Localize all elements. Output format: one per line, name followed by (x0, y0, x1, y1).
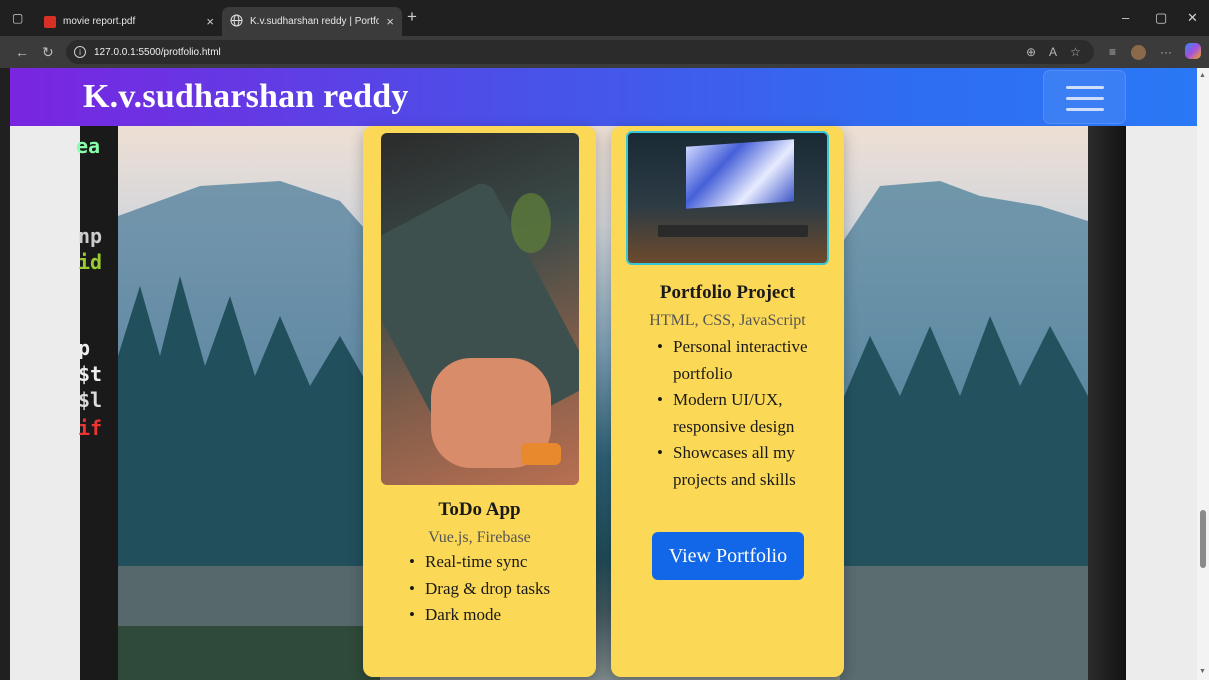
sidebar-toggle-icon[interactable]: ▢ (12, 11, 23, 25)
url-text: 127.0.0.1:5500/protfolio.html (94, 46, 221, 58)
read-aloud-icon[interactable]: A (1049, 45, 1057, 59)
list-item: Modern UI/UX, responsive design (655, 387, 835, 440)
maximize-icon[interactable]: ▢ (1155, 10, 1167, 26)
workstation-image (626, 131, 829, 265)
minimize-icon[interactable]: – (1122, 10, 1129, 25)
feature-list: Personal interactive portfolio Modern UI… (655, 334, 835, 493)
globe-icon (230, 14, 243, 30)
site-header: K.v.sudharshan reddy (10, 68, 1197, 126)
scroll-up-icon[interactable]: ▲ (1199, 72, 1206, 79)
project-title: ToDo App (438, 499, 521, 520)
tablet-drawing-image (381, 133, 579, 485)
project-card-todo: ToDo App Vue.js, Firebase Real-time sync… (363, 126, 596, 677)
tab-movie-report[interactable]: movie report.pdf × (36, 7, 222, 36)
close-tab-icon[interactable]: × (386, 14, 394, 29)
project-tech: Vue.js, Firebase (428, 529, 531, 546)
mountain-landscape-image (118, 181, 1088, 680)
plant-shape (511, 193, 551, 253)
list-item: Real-time sync (407, 549, 550, 576)
project-tech: HTML, CSS, JavaScript (649, 312, 806, 329)
monitor-shape (686, 139, 794, 209)
list-item: Showcases all my projects and skills (655, 440, 835, 493)
pdf-icon (44, 15, 56, 28)
browser-tab-bar: ▢ movie report.pdf × K.v.sudharshan redd… (0, 0, 1209, 36)
favorite-star-icon[interactable]: ☆ (1070, 45, 1081, 59)
hamburger-menu-button[interactable] (1043, 70, 1126, 124)
brand-title[interactable]: K.v.sudharshan reddy (83, 78, 409, 116)
close-tab-icon[interactable]: × (206, 14, 214, 29)
project-card-portfolio: Portfolio Project HTML, CSS, JavaScript … (611, 126, 844, 677)
feature-list: Real-time sync Drag & drop tasks Dark mo… (407, 549, 550, 629)
background-scene-image: ea np id p $t $l if (76, 126, 1126, 680)
list-item: Personal interactive portfolio (655, 334, 835, 387)
site-info-icon[interactable]: i (74, 46, 86, 58)
favorites-list-icon[interactable]: ≡ (1109, 45, 1116, 59)
url-field[interactable]: i 127.0.0.1:5500/protfolio.html (66, 40, 1094, 64)
zoom-icon[interactable]: ⊕ (1026, 45, 1036, 59)
address-bar-row: ← ↻ i 127.0.0.1:5500/protfolio.html ⊕ A … (0, 36, 1209, 68)
back-icon[interactable]: ← (15, 44, 29, 60)
hamburger-line (1066, 108, 1104, 111)
scroll-down-icon[interactable]: ▼ (1199, 668, 1206, 675)
dark-edge-image (1088, 126, 1126, 680)
more-options-icon[interactable]: ··· (1160, 45, 1172, 59)
close-window-icon[interactable]: ✕ (1187, 10, 1198, 26)
hamburger-icon (1066, 86, 1104, 89)
hamburger-line (1066, 97, 1104, 100)
page-scrollbar[interactable]: ▲ ▼ (1197, 68, 1209, 680)
copilot-icon[interactable] (1185, 43, 1201, 62)
refresh-icon[interactable]: ↻ (42, 44, 54, 61)
new-tab-button[interactable]: + (407, 7, 417, 27)
tab-title: movie report.pdf (63, 16, 136, 27)
view-portfolio-button[interactable]: View Portfolio (652, 532, 804, 580)
tab-title: K.v.sudharshan reddy | Portfolio (250, 16, 380, 27)
watch-band-shape (521, 443, 561, 465)
keyboard-shape (658, 225, 808, 237)
extension-icon[interactable] (1131, 45, 1146, 63)
scroll-thumb[interactable] (1200, 510, 1206, 568)
list-item: Dark mode (407, 602, 550, 629)
list-item: Drag & drop tasks (407, 576, 550, 603)
project-title: Portfolio Project (659, 282, 796, 303)
page-viewport: ea np id p $t $l if K.v.sudharshan reddy (10, 68, 1197, 680)
tab-portfolio[interactable]: K.v.sudharshan reddy | Portfolio × (222, 7, 402, 36)
